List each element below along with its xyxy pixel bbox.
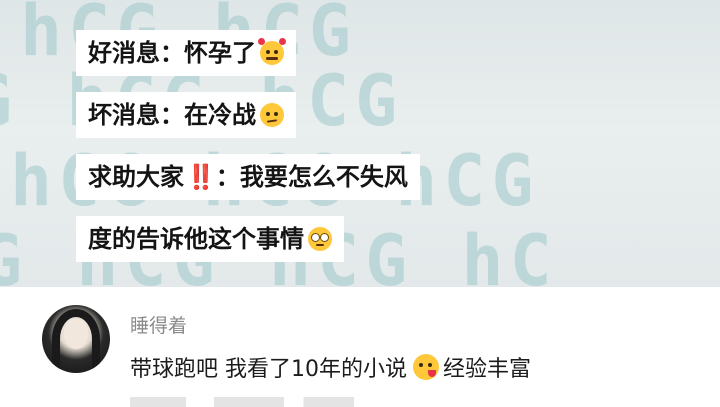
- caption-text: 好消息：怀孕了: [88, 39, 256, 67]
- caption-text: 求助大家: [88, 163, 184, 191]
- post-image: hCG hCG G hCG hCG hCG hCG hCG G hCG hCG …: [0, 0, 720, 287]
- next-comment-preview: [130, 397, 410, 407]
- caption-line-2: 坏消息：在冷战: [76, 92, 296, 138]
- caption-line-3: 求助大家 ‼️ ：我要怎么不失风: [76, 154, 420, 200]
- caption-line-4: 度的告诉他这个事情: [76, 216, 344, 262]
- comment-item: 睡得着 带球跑吧 我看了10年的小说 经验丰富: [0, 287, 720, 407]
- caption-text: ：我要怎么不失风: [215, 163, 408, 191]
- caption-text: 坏消息：在冷战: [88, 101, 256, 129]
- yum-face-icon: [413, 354, 439, 380]
- smiling-face-with-hearts-icon: [258, 38, 286, 65]
- caption-text: 度的告诉他这个事情: [88, 225, 304, 253]
- comment-text-part: 经验丰富: [443, 357, 532, 382]
- rolling-eyes-icon: [308, 227, 332, 251]
- avatar[interactable]: [42, 305, 110, 373]
- neutral-face-icon: [260, 103, 284, 127]
- comment-text: 带球跑吧 我看了10年的小说 经验丰富: [130, 351, 531, 383]
- comment-text-part: 带球跑吧 我看了10年的小说: [130, 357, 407, 382]
- caption-line-1: 好消息：怀孕了: [76, 30, 296, 76]
- double-exclamation-icon: ‼️: [186, 163, 216, 191]
- comment-username[interactable]: 睡得着: [130, 311, 187, 338]
